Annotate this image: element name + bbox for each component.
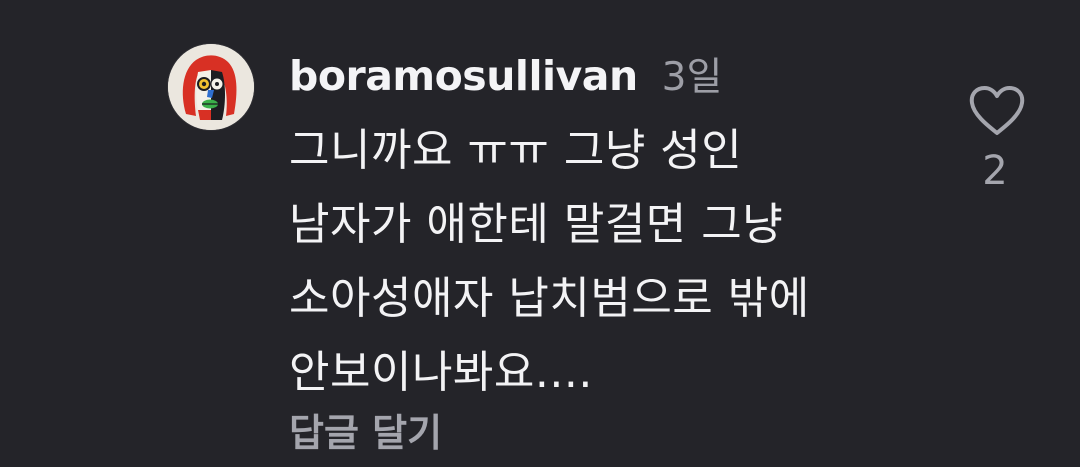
- like-button[interactable]: [968, 85, 1026, 137]
- username[interactable]: boramosullivan: [289, 52, 638, 100]
- avatar[interactable]: [168, 44, 254, 130]
- comment-text-line: 안보이나봐요....: [289, 347, 593, 398]
- comment-text-line: 소아성애자 납치범으로 밖에: [289, 273, 810, 324]
- comment: boramosullivan 3일 그니까요 ㅠㅠ 그냥 성인 남자가 애한테 …: [0, 0, 1080, 467]
- comment-text-line: 남자가 애한테 말걸면 그냥: [289, 199, 784, 250]
- comment-text: 그니까요 ㅠㅠ 그냥 성인 남자가 애한테 말걸면 그냥 소아성애자 납치범으로…: [289, 114, 909, 410]
- like-count: 2: [982, 148, 1008, 194]
- comment-header: boramosullivan 3일: [289, 46, 722, 100]
- reply-button[interactable]: 답글 달기: [289, 402, 442, 457]
- heart-outline-icon: [969, 86, 1025, 135]
- avatar-image: [168, 44, 254, 130]
- timestamp[interactable]: 3일: [662, 46, 723, 102]
- comment-text-line: 그니까요 ㅠㅠ 그냥 성인: [289, 125, 743, 176]
